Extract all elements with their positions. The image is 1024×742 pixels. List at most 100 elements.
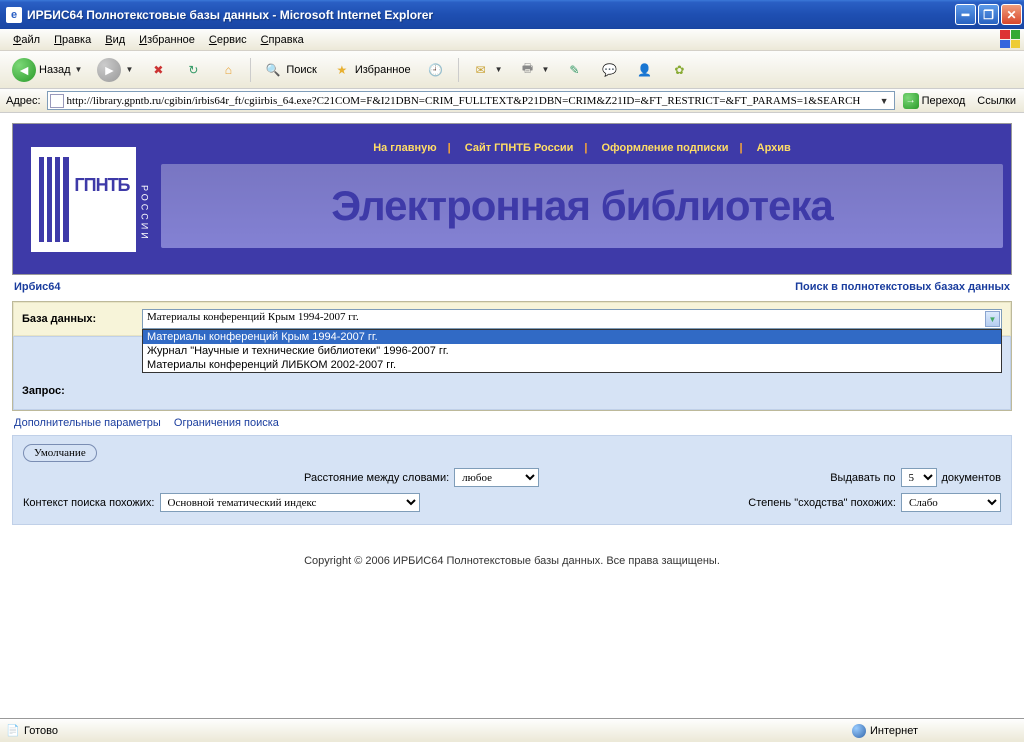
chevron-down-icon: ▼ xyxy=(495,65,503,74)
print-icon: 🖶 xyxy=(518,60,538,80)
close-button[interactable]: ✕ xyxy=(1001,4,1022,25)
context-select[interactable]: Основной тематический индекс xyxy=(160,493,420,512)
refresh-button[interactable]: ↻ xyxy=(177,56,209,84)
menu-edit[interactable]: Правка xyxy=(47,31,98,49)
breadcrumb-home[interactable]: Ирбис64 xyxy=(14,281,61,293)
discuss-button[interactable]: 💬 xyxy=(593,56,625,84)
db-select[interactable]: Материалы конференций Крым 1994-2007 гг. xyxy=(142,309,1002,329)
search-label: Поиск xyxy=(286,64,316,76)
stop-icon: ✖ xyxy=(148,60,168,80)
link-restrict[interactable]: Ограничения поиска xyxy=(174,417,279,429)
menu-view[interactable]: Вид xyxy=(98,31,132,49)
links-label[interactable]: Ссылки xyxy=(973,95,1020,107)
nav-site[interactable]: Сайт ГПНТБ России xyxy=(465,142,574,154)
history-button[interactable]: 🕘 xyxy=(420,56,452,84)
forward-button[interactable]: ► ▼ xyxy=(91,54,139,86)
logo-subtitle: РОССИИ xyxy=(140,185,150,242)
banner-nav: На главную| Сайт ГПНТБ России| Оформлени… xyxy=(153,124,1011,158)
nav-home[interactable]: На главную xyxy=(373,142,436,154)
minimize-button[interactable]: ━ xyxy=(955,4,976,25)
menu-favorites[interactable]: Избранное xyxy=(132,31,202,49)
default-button[interactable]: Умолчание xyxy=(23,444,97,462)
page-icon xyxy=(50,94,64,108)
similar-select[interactable]: Слабо xyxy=(901,493,1001,512)
back-label: Назад xyxy=(39,64,71,76)
banner-title: Электронная библиотека xyxy=(161,164,1003,248)
status-text: Готово xyxy=(24,725,58,737)
db-option[interactable]: Материалы конференций ЛИБКОМ 2002-2007 г… xyxy=(143,358,1001,372)
search-icon: 🔍 xyxy=(263,60,283,80)
status-bar: 📄 Готово Интернет xyxy=(0,719,1024,741)
print-button[interactable]: 🖶▼ xyxy=(512,56,556,84)
go-button[interactable]: → Переход xyxy=(899,93,970,109)
ie-icon: e xyxy=(6,7,22,23)
db-dropdown-list: Материалы конференций Крым 1994-2007 гг.… xyxy=(142,329,1002,373)
db-option[interactable]: Материалы конференций Крым 1994-2007 гг. xyxy=(143,330,1001,344)
page-done-icon: 📄 xyxy=(6,724,20,738)
chevron-down-icon: ▼ xyxy=(75,65,83,74)
address-input[interactable] xyxy=(67,95,877,107)
stop-button[interactable]: ✖ xyxy=(142,56,174,84)
window-titlebar: e ИРБИС64 Полнотекстовые базы данных - M… xyxy=(0,0,1024,29)
flower-icon: ✿ xyxy=(669,60,689,80)
history-icon: 🕘 xyxy=(426,60,446,80)
edit-button[interactable]: ✎ xyxy=(558,56,590,84)
db-label: База данных: xyxy=(22,313,132,325)
search-panel: База данных: Материалы конференций Крым … xyxy=(12,301,1012,411)
home-icon: ⌂ xyxy=(218,60,238,80)
zone-text: Интернет xyxy=(870,725,918,737)
windows-logo-icon xyxy=(1000,30,1020,48)
distance-select[interactable]: любое xyxy=(454,468,539,487)
chevron-down-icon[interactable]: ▼ xyxy=(877,96,892,106)
mail-button[interactable]: ✉▼ xyxy=(465,56,509,84)
menu-bar: Файл Правка Вид Избранное Сервис Справка xyxy=(0,29,1024,51)
params-panel: Умолчание Расстояние между словами: любо… xyxy=(12,435,1012,525)
site-banner: ГПНТБ РОССИИ На главную| Сайт ГПНТБ Росс… xyxy=(12,123,1012,275)
count-label-post: документов xyxy=(942,472,1001,484)
chevron-down-icon: ▼ xyxy=(542,65,550,74)
favorites-button[interactable]: ★ Избранное xyxy=(326,56,417,84)
arrow-left-icon: ◄ xyxy=(12,58,36,82)
query-label: Запрос: xyxy=(22,385,132,397)
star-icon: ★ xyxy=(332,60,352,80)
mail-icon: ✉ xyxy=(471,60,491,80)
separator xyxy=(250,58,251,82)
menu-service[interactable]: Сервис xyxy=(202,31,254,49)
nav-archive[interactable]: Архив xyxy=(757,142,791,154)
icq-button[interactable]: ✿ xyxy=(663,56,695,84)
edit-icon: ✎ xyxy=(564,60,584,80)
messenger-button[interactable]: 👤 xyxy=(628,56,660,84)
count-label-pre: Выдавать по xyxy=(830,472,895,484)
discuss-icon: 💬 xyxy=(599,60,619,80)
breadcrumb-search[interactable]: Поиск в полнотекстовых базах данных xyxy=(795,281,1010,293)
maximize-button[interactable]: ❐ xyxy=(978,4,999,25)
address-label: Адрес: xyxy=(4,95,43,107)
menu-file[interactable]: Файл xyxy=(6,31,47,49)
link-more-params[interactable]: Дополнительные параметры xyxy=(14,417,161,429)
site-logo: ГПНТБ РОССИИ xyxy=(13,124,153,274)
arrow-right-icon: ► xyxy=(97,58,121,82)
go-arrow-icon: → xyxy=(903,93,919,109)
db-option[interactable]: Журнал "Научные и технические библиотеки… xyxy=(143,344,1001,358)
logo-text: ГПНТБ xyxy=(74,175,129,196)
distance-label: Расстояние между словами: xyxy=(304,472,449,484)
address-bar: Адрес: ▼ → Переход Ссылки xyxy=(0,89,1024,113)
home-button[interactable]: ⌂ xyxy=(212,56,244,84)
address-box[interactable]: ▼ xyxy=(47,91,895,110)
count-select[interactable]: 5 xyxy=(901,468,937,487)
menu-help[interactable]: Справка xyxy=(254,31,311,49)
separator xyxy=(458,58,459,82)
similar-label: Степень "сходства" похожих: xyxy=(748,497,896,509)
page-footer: Copyright © 2006 ИРБИС64 Полнотекстовые … xyxy=(12,525,1012,597)
toolbar: ◄ Назад ▼ ► ▼ ✖ ↻ ⌂ 🔍 Поиск ★ Избранное … xyxy=(0,51,1024,89)
go-label: Переход xyxy=(922,95,966,107)
context-label: Контекст поиска похожих: xyxy=(23,497,155,509)
window-title: ИРБИС64 Полнотекстовые базы данных - Mic… xyxy=(27,8,955,22)
globe-icon xyxy=(852,724,866,738)
favorites-label: Избранное xyxy=(355,64,411,76)
messenger-icon: 👤 xyxy=(634,60,654,80)
nav-subscribe[interactable]: Оформление подписки xyxy=(602,142,729,154)
search-button[interactable]: 🔍 Поиск xyxy=(257,56,322,84)
back-button[interactable]: ◄ Назад ▼ xyxy=(6,54,88,86)
page-viewport: ГПНТБ РОССИИ На главную| Сайт ГПНТБ Росс… xyxy=(0,113,1024,719)
